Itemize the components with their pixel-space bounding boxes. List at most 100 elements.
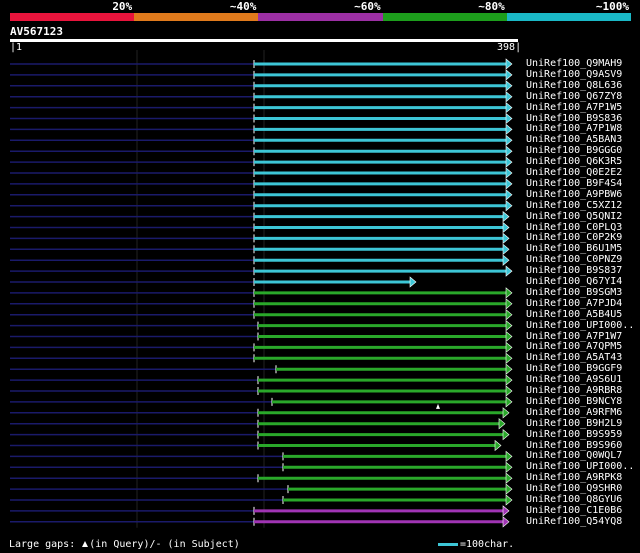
hit-track[interactable] [10,145,513,157]
hit-label[interactable]: UniRef100_Q8GYU6 [526,494,622,505]
hit-track[interactable] [10,396,513,408]
hit-track[interactable] [10,298,513,310]
hit-track[interactable] [10,309,513,321]
hit-track[interactable] [10,418,506,430]
hit-track[interactable] [10,189,513,201]
hit-label[interactable]: UniRef100_B9GGG0 [526,145,622,156]
hit-label[interactable]: UniRef100_B9S960 [526,440,622,451]
hit-track[interactable] [10,134,513,146]
hit-label[interactable]: UniRef100_Q9SHR0 [526,483,622,494]
hit-arrow-icon [505,494,513,506]
hit-label[interactable]: UniRef100_UPI000.. [526,461,634,472]
hit-track[interactable] [10,352,513,364]
hit-arrow-icon [505,80,513,92]
hit-label[interactable]: UniRef100_A5B4U5 [526,309,622,320]
hit-label[interactable]: UniRef100_B9F4S4 [526,178,622,189]
hit-track[interactable] [10,156,513,168]
hit-label[interactable]: UniRef100_C0P2K9 [526,232,622,243]
hit-track[interactable] [10,341,513,354]
hit-label[interactable]: UniRef100_B9S836 [526,113,622,124]
hit-track[interactable] [10,450,513,463]
hit-track[interactable] [10,265,513,277]
hit-track[interactable] [10,69,513,81]
gap-marker-icon [436,403,440,409]
hit-track[interactable] [10,178,513,190]
hit-label[interactable]: UniRef100_A7P1W8 [526,123,622,134]
hit-label[interactable]: UniRef100_C1E0B6 [526,505,622,516]
hit-label[interactable]: UniRef100_A9RPK8 [526,472,622,483]
hit-track[interactable] [10,319,513,332]
hit-track[interactable] [10,112,513,125]
hit-track[interactable] [10,243,510,255]
hit-track[interactable] [10,330,513,343]
hit-label[interactable]: UniRef100_A9PBW6 [526,189,622,200]
hit-track[interactable] [10,58,513,70]
hit-label[interactable]: UniRef100_Q9MAH9 [526,58,622,69]
hit-label[interactable]: UniRef100_A7P1W5 [526,102,622,113]
hit-label[interactable]: UniRef100_A5BAN3 [526,134,622,145]
hit-track[interactable] [10,200,513,212]
hit-label[interactable]: UniRef100_B9SGM3 [526,287,622,298]
hit-track[interactable] [10,254,510,266]
hit-track[interactable] [10,91,513,103]
hit-track[interactable] [10,439,502,452]
hit-label[interactable]: UniRef100_UPI000.. [526,320,634,331]
hit-label[interactable]: UniRef100_A7PJD4 [526,298,622,309]
hit-arrow-icon [502,407,510,419]
hit-track[interactable] [10,210,510,223]
hit-track[interactable] [10,221,510,234]
hit-label[interactable]: UniRef100_B6U1M5 [526,243,622,254]
hit-label[interactable]: UniRef100_Q9ASV9 [526,69,622,80]
hit-track[interactable] [10,80,513,92]
hit-label[interactable]: UniRef100_A9RBR8 [526,385,622,396]
hit-track[interactable] [10,363,513,375]
hit-track[interactable] [10,276,417,288]
hit-track[interactable] [10,428,510,441]
hit-arrow-icon [505,396,513,408]
hit-track[interactable] [10,472,513,484]
hit-arrow-icon [505,352,513,364]
hit-label[interactable]: UniRef100_Q0WQL7 [526,450,622,461]
hit-track[interactable] [10,516,510,528]
hit-track[interactable] [10,494,513,506]
hit-label[interactable]: UniRef100_A9S6U1 [526,374,622,385]
hit-label[interactable]: UniRef100_B9S837 [526,265,622,276]
hit-label[interactable]: UniRef100_Q6K3R5 [526,156,622,167]
hit-label[interactable]: UniRef100_B9S959 [526,429,622,440]
gap-triangle-icon [82,541,89,547]
hit-track[interactable] [10,461,513,473]
hit-label[interactable]: UniRef100_B9H2L9 [526,418,622,429]
hit-arrow-icon [502,516,510,528]
hit-track[interactable] [10,483,513,495]
hit-track[interactable] [10,287,513,299]
hit-label[interactable]: UniRef100_Q54YQ8 [526,516,622,527]
hit-label[interactable]: UniRef100_A7QPM5 [526,341,622,352]
hit-arrow-icon [505,461,513,473]
hit-label[interactable]: UniRef100_Q8L636 [526,80,622,91]
hit-track[interactable] [10,167,513,179]
hit-label[interactable]: UniRef100_Q5QNI2 [526,211,622,222]
hit-label[interactable]: UniRef100_Q67ZY8 [526,91,622,102]
hit-label[interactable]: UniRef100_C0PLQ3 [526,222,622,233]
hit-arrow-icon [409,276,417,288]
hit-label[interactable]: UniRef100_Q67YI4 [526,276,622,287]
hit-track[interactable] [10,374,513,386]
hit-label[interactable]: UniRef100_C0PNZ9 [526,254,622,265]
hit-track[interactable] [10,101,513,114]
hit-track[interactable] [10,505,510,517]
hit-label[interactable]: UniRef100_C5XZ12 [526,200,622,211]
hit-label[interactable]: UniRef100_A9RFM6 [526,407,622,418]
scale-label: =100char. [460,539,515,550]
hit-arrow-icon [502,505,510,517]
hit-track[interactable] [10,232,510,245]
hit-label[interactable]: UniRef100_Q0E2E2 [526,167,622,178]
hit-label[interactable]: UniRef100_B9NCY8 [526,396,622,407]
hit-label[interactable]: UniRef100_A7P1W7 [526,331,622,342]
hit-label[interactable]: UniRef100_B9GGF9 [526,363,622,374]
hit-track[interactable] [10,123,513,136]
hit-arrow-icon [505,374,513,386]
hit-track[interactable] [10,407,510,419]
hit-track[interactable] [10,385,513,397]
hit-arrow-icon [505,91,513,103]
hit-label[interactable]: UniRef100_A5AT43 [526,352,622,363]
